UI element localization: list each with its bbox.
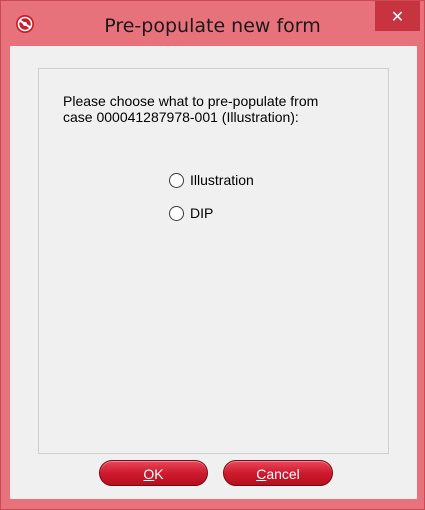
options-panel: Please choose what to pre-populate from … (38, 68, 389, 454)
prompt-line-2: case 000041287978-001 (Illustration): (63, 109, 299, 125)
title-bar[interactable]: Pre-populate new form ✕ (1, 1, 424, 46)
radio-option-illustration[interactable]: Illustration (169, 170, 254, 190)
cancel-button[interactable]: Cancel (223, 460, 333, 486)
close-button[interactable]: ✕ (375, 1, 420, 31)
dialog-client-area: Please choose what to pre-populate from … (10, 46, 417, 499)
radio-option-dip[interactable]: DIP (169, 203, 213, 223)
radio-dip[interactable] (169, 205, 184, 221)
radio-illustration[interactable] (169, 172, 184, 188)
dialog-window: Pre-populate new form ✕ Please choose wh… (0, 0, 425, 510)
cancel-mnemonic: C (256, 466, 267, 482)
close-icon: ✕ (390, 7, 405, 26)
prompt-line-1: Please choose what to pre-populate from (63, 93, 319, 109)
ok-label-rest: K (154, 466, 164, 482)
ok-mnemonic: O (143, 466, 155, 482)
radio-dip-label: DIP (190, 205, 214, 221)
ok-button[interactable]: OK (99, 460, 208, 486)
radio-illustration-label: Illustration (190, 172, 254, 188)
cancel-label-rest: ancel (266, 466, 300, 482)
window-title: Pre-populate new form (104, 15, 321, 37)
prompt-text: Please choose what to pre-populate from … (63, 93, 383, 125)
